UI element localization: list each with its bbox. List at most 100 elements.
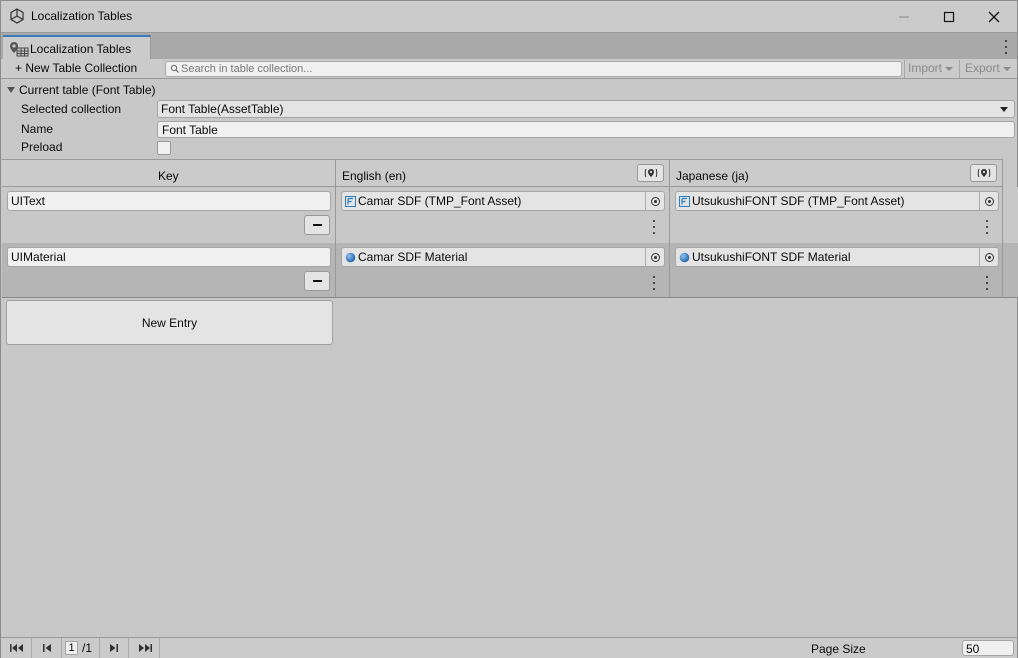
- english-object-field[interactable]: Camar SDF Material: [341, 247, 665, 267]
- chevron-down-icon: [1000, 107, 1008, 112]
- last-page-button[interactable]: [130, 638, 160, 658]
- selected-collection-dropdown[interactable]: Font Table(AssetTable): [157, 100, 1015, 118]
- toolbar-divider: [959, 60, 960, 78]
- previous-page-button[interactable]: [32, 638, 62, 658]
- first-page-icon: [9, 644, 23, 652]
- toolbar-divider: [904, 60, 905, 78]
- locale-gear-icon: [644, 168, 658, 178]
- preload-checkbox[interactable]: [157, 141, 171, 155]
- object-picker-icon: [650, 252, 660, 262]
- page-size-label: Page Size: [811, 642, 866, 656]
- toolbar: + New Table Collection Search in table c…: [1, 59, 1017, 79]
- unity-logo-icon: [10, 8, 24, 24]
- key-cell: UIText: [2, 187, 336, 243]
- window-menu-kebab-icon[interactable]: [1002, 40, 1010, 54]
- object-picker-button[interactable]: [979, 248, 998, 266]
- pagination-footer: 1 /1 Page Size 50: [1, 637, 1017, 658]
- minimize-button[interactable]: [881, 1, 927, 32]
- import-dropdown[interactable]: Import: [908, 61, 954, 75]
- search-input[interactable]: Search in table collection...: [165, 61, 902, 77]
- minus-icon: [312, 224, 322, 226]
- entry-menu-kebab-icon[interactable]: [983, 276, 991, 290]
- column-header-japanese: Japanese (ja): [670, 159, 1003, 187]
- table-row: UIMaterial Camar SDF Material UtsukushiF…: [2, 243, 1018, 298]
- chevron-down-icon: [945, 67, 954, 71]
- tab-localization-tables[interactable]: Localization Tables: [3, 35, 151, 60]
- column-header-label: English (en): [342, 169, 407, 183]
- japanese-cell: UtsukushiFONT SDF (TMP_Font Asset): [670, 187, 1003, 243]
- preload-label: Preload: [21, 140, 63, 154]
- key-field[interactable]: UIText: [7, 191, 331, 211]
- locale-gear-icon: [977, 168, 991, 178]
- localization-tables-icon: [10, 42, 29, 57]
- minimize-icon: [899, 16, 909, 17]
- column-header-label: Key: [158, 169, 179, 183]
- search-icon: [170, 64, 179, 73]
- chevron-down-icon: [1003, 67, 1012, 71]
- english-object-field[interactable]: Camar SDF (TMP_Font Asset): [341, 191, 665, 211]
- tab-strip: Localization Tables: [1, 32, 1017, 60]
- object-picker-icon: [984, 196, 994, 206]
- next-page-button[interactable]: [99, 638, 129, 658]
- new-table-collection-button[interactable]: + New Table Collection: [15, 61, 137, 75]
- english-cell: Camar SDF (TMP_Font Asset): [336, 187, 670, 243]
- japanese-object-field[interactable]: UtsukushiFONT SDF (TMP_Font Asset): [675, 191, 999, 211]
- english-object-value: Camar SDF (TMP_Font Asset): [358, 194, 522, 208]
- entry-menu-kebab-icon[interactable]: [650, 220, 658, 234]
- key-cell: UIMaterial: [2, 243, 336, 297]
- font-asset-icon: [679, 196, 690, 207]
- export-label: Export: [965, 61, 1000, 75]
- maximize-button[interactable]: [926, 1, 972, 32]
- key-value: UIMaterial: [11, 250, 66, 264]
- next-page-icon: [110, 644, 118, 652]
- locale-settings-button[interactable]: [637, 164, 664, 182]
- object-picker-icon: [984, 252, 994, 262]
- material-sphere-icon: [679, 252, 690, 263]
- tab-label: Localization Tables: [30, 42, 132, 56]
- selected-collection-label: Selected collection: [21, 102, 122, 116]
- total-pages-label: /1: [82, 641, 93, 655]
- locale-settings-button[interactable]: [970, 164, 997, 182]
- material-sphere-icon: [345, 252, 356, 263]
- object-picker-button[interactable]: [645, 248, 664, 266]
- font-asset-icon: [345, 196, 356, 207]
- foldout-arrow-icon: [7, 87, 15, 93]
- key-field[interactable]: UIMaterial: [7, 247, 331, 267]
- name-value: Font Table: [162, 123, 218, 137]
- export-dropdown[interactable]: Export: [965, 61, 1012, 75]
- japanese-cell: UtsukushiFONT SDF Material: [670, 243, 1003, 297]
- name-field[interactable]: Font Table: [157, 121, 1015, 138]
- entry-menu-kebab-icon[interactable]: [983, 220, 991, 234]
- remove-entry-button[interactable]: [304, 215, 330, 235]
- current-table-foldout[interactable]: Current table (Font Table): [7, 83, 156, 97]
- english-object-value: Camar SDF Material: [358, 250, 468, 264]
- column-header-label: Japanese (ja): [676, 169, 749, 183]
- close-icon: [988, 11, 1000, 22]
- first-page-button[interactable]: [2, 638, 32, 658]
- last-page-icon: [138, 644, 152, 652]
- remove-entry-button[interactable]: [304, 271, 330, 291]
- page-size-value: 50: [966, 642, 980, 656]
- object-picker-button[interactable]: [645, 192, 664, 210]
- import-label: Import: [908, 61, 943, 75]
- search-placeholder: Search in table collection...: [181, 63, 313, 75]
- window-title: Localization Tables: [31, 9, 133, 23]
- japanese-object-value: UtsukushiFONT SDF (TMP_Font Asset): [692, 194, 905, 208]
- entry-menu-kebab-icon[interactable]: [650, 276, 658, 290]
- new-entry-button[interactable]: New Entry: [6, 300, 333, 345]
- close-button[interactable]: [971, 1, 1017, 32]
- japanese-object-value: UtsukushiFONT SDF Material: [692, 250, 851, 264]
- title-bar: Localization Tables: [1, 1, 1017, 32]
- current-table-label: Current table (Font Table): [19, 83, 156, 97]
- table-scroll-divider: [1002, 159, 1003, 298]
- current-page-field[interactable]: 1: [65, 641, 78, 655]
- object-picker-icon: [650, 196, 660, 206]
- japanese-object-field[interactable]: UtsukushiFONT SDF Material: [675, 247, 999, 267]
- column-header-key: Key: [2, 159, 336, 187]
- minus-icon: [312, 280, 322, 282]
- english-cell: Camar SDF Material: [336, 243, 670, 297]
- name-label: Name: [21, 122, 54, 136]
- object-picker-button[interactable]: [979, 192, 998, 210]
- key-value: UIText: [11, 194, 46, 208]
- page-size-field[interactable]: 50: [962, 640, 1014, 656]
